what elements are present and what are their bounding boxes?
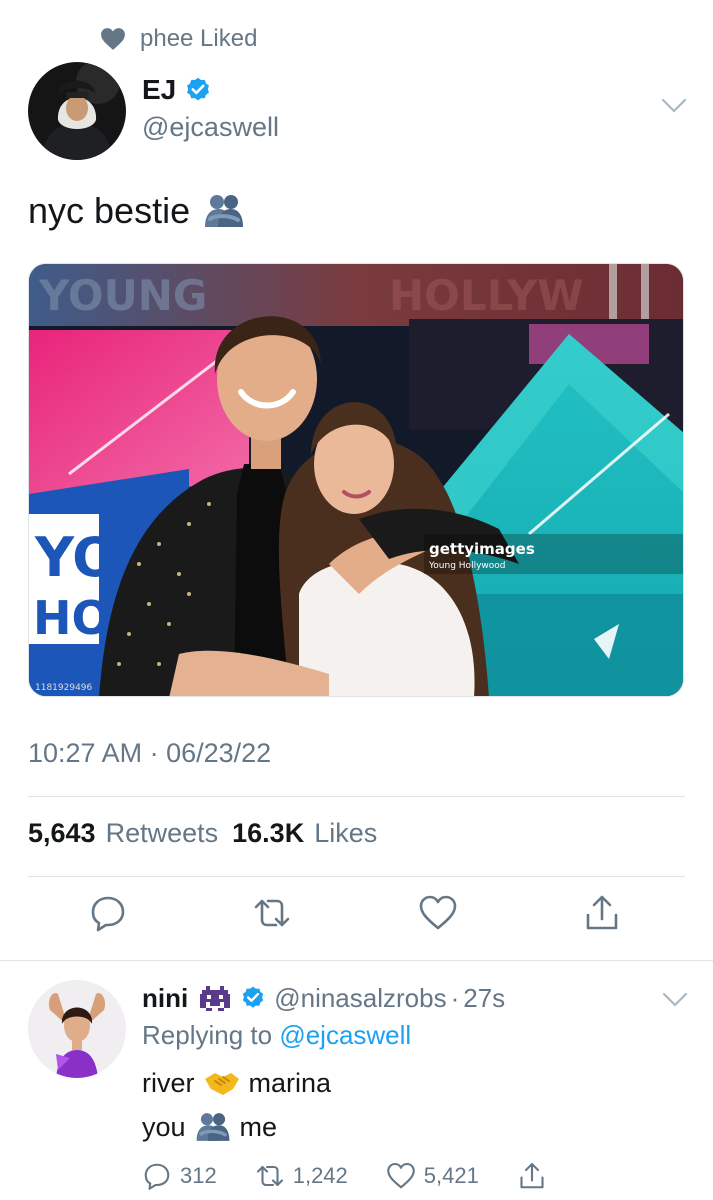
tweet-author[interactable]: EJ @ejcaswell [28,62,279,160]
reply-icon[interactable] [88,893,128,933]
reply-retweets-count: 1,242 [292,1163,348,1188]
author-handle[interactable]: @ejcaswell [142,112,279,143]
retweet-icon[interactable] [252,893,292,933]
tweet-actions [0,893,713,943]
author-name[interactable]: EJ [142,74,176,106]
divider [28,796,685,797]
retweets-label[interactable]: Retweets [106,818,219,849]
tweet-timestamp[interactable]: 10:27 AM · 06/23/22 [28,738,271,769]
reply-icon [144,1163,170,1190]
reply-line1-right: marina [248,1067,332,1098]
reply-share-action[interactable] [517,1161,555,1191]
retweet-icon [256,1165,283,1187]
photo-id-label: 1181929496 [35,683,93,693]
divider [28,876,685,877]
verified-badge-icon [187,77,210,101]
reply-text-line-2: you me [142,1109,687,1145]
replying-to: Replying to @ejcaswell [142,1020,687,1051]
tweet-photo[interactable]: YOUNG HOLLYW YO HO 1181929496 gettyimage… [28,263,684,697]
hug-emoji-icon [196,1113,229,1141]
reply-line2-left: you [142,1111,186,1142]
alien-monster-emoji-icon [200,986,231,1011]
svg-text:HOLLYW: HOLLYW [389,271,584,320]
svg-text:YO: YO [34,526,118,589]
replying-label: Replying to [142,1020,273,1050]
reply-line1-left: river [142,1067,195,1098]
svg-text:YOUNG: YOUNG [38,271,207,320]
verified-badge-icon [243,986,264,1008]
hug-emoji-icon [205,195,244,227]
svg-text:gettyimages: gettyimages [429,540,535,558]
watermark-brand: gettyimages [429,540,535,558]
reply-time[interactable]: 27s [463,983,505,1014]
chevron-down-icon[interactable] [662,992,688,1008]
social-context[interactable]: phee Liked [100,24,257,54]
reply-like-action[interactable]: 5,421 [386,1161,479,1191]
likes-count[interactable]: 16.3K [232,818,304,849]
reply-retweet-action[interactable]: 1,242 [255,1161,348,1191]
reply-reply-action[interactable]: 312 [142,1161,217,1191]
retweets-count[interactable]: 5,643 [28,818,96,849]
reply-replies-count: 312 [180,1163,217,1188]
handshake-emoji-icon [204,1073,239,1095]
chevron-down-icon[interactable] [661,98,687,114]
liked-text: phee Liked [140,25,258,52]
reply-text-line-1: river marina [142,1065,687,1101]
reply-actions: 312 1,242 5,421 [142,1161,687,1191]
reply-author-name[interactable]: nini [142,983,188,1014]
author-avatar[interactable] [28,62,126,160]
like-icon[interactable] [418,893,458,933]
reply-author-handle[interactable]: @ninasalzrobs [274,983,446,1014]
tweet-text: nyc bestie [28,190,246,232]
svg-text:HO: HO [33,591,111,645]
reply-line2-right: me [239,1111,278,1142]
tweet-text-content: nyc bestie [28,190,191,231]
tweet-stats: 5,643 Retweets 16.3K Likes [28,818,377,849]
watermark-credit: Young Hollywood [428,561,505,571]
share-icon[interactable] [582,893,622,933]
replying-to-link[interactable]: @ejcaswell [279,1020,411,1050]
divider [0,960,713,961]
reply-time-separator: · [450,982,460,1013]
share-icon [520,1162,544,1189]
reply-likes-count: 5,421 [423,1163,479,1188]
heart-icon [101,28,125,50]
likes-label[interactable]: Likes [314,818,377,849]
reply-avatar[interactable] [28,980,126,1078]
like-icon [386,1162,415,1189]
